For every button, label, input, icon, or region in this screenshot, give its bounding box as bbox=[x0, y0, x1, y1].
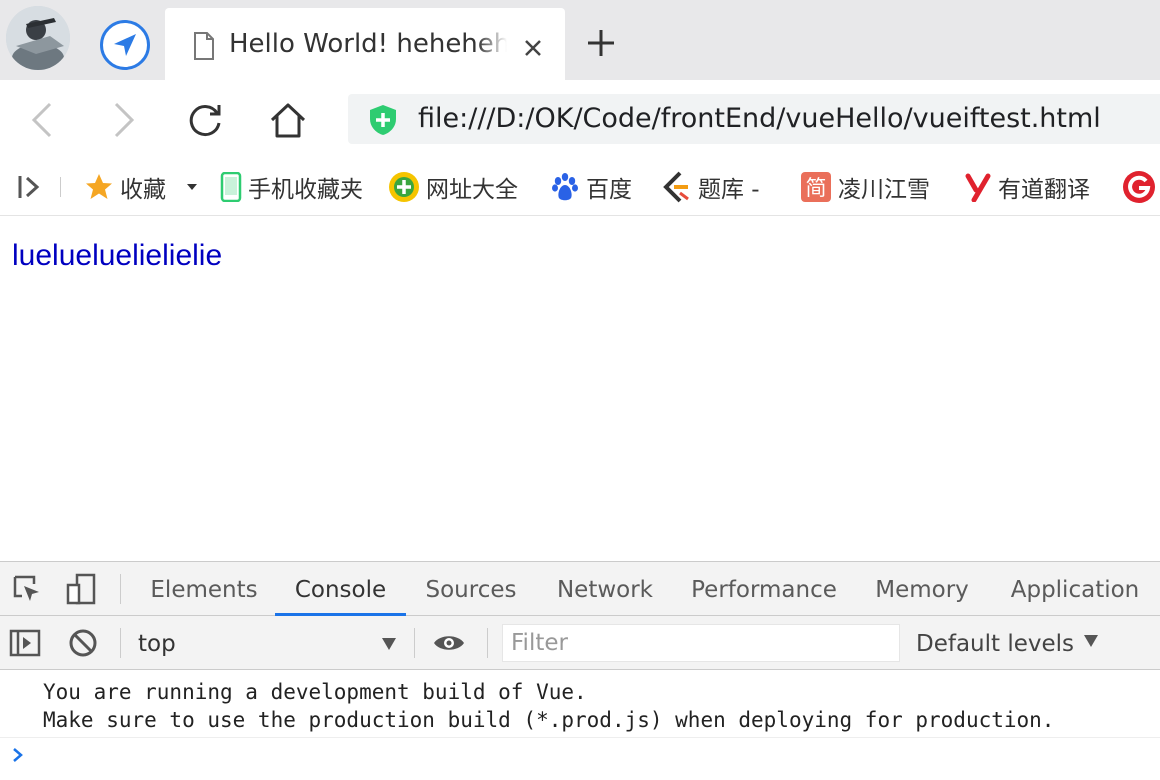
tab-elements[interactable]: Elements bbox=[144, 562, 264, 616]
toolbar-divider bbox=[487, 628, 488, 658]
bookmark-jianshu[interactable]: 简 凌川江雪 bbox=[800, 170, 930, 204]
tab-performance[interactable]: Performance bbox=[688, 562, 840, 616]
devtools-tabbar: Elements Console Sources Network Perform… bbox=[0, 562, 1160, 616]
back-arrow-icon bbox=[31, 102, 52, 138]
tab-console[interactable]: Console bbox=[275, 562, 406, 616]
bookmark-label: 手机收藏夹 bbox=[248, 177, 363, 203]
forward-arrow-icon bbox=[114, 102, 135, 138]
tab-memory[interactable]: Memory bbox=[866, 562, 978, 616]
mobile-icon bbox=[220, 172, 242, 202]
g-site-icon bbox=[1123, 171, 1155, 203]
console-filter-input[interactable] bbox=[502, 624, 900, 662]
tab-network[interactable]: Network bbox=[548, 562, 662, 616]
new-tab-icon[interactable] bbox=[584, 26, 618, 60]
navigation-extension-button[interactable] bbox=[100, 20, 150, 70]
tab-strip: Hello World! hehehehehe bbox=[0, 0, 1160, 80]
console-prompt[interactable] bbox=[0, 739, 1160, 779]
bookmarks-divider bbox=[60, 177, 61, 197]
context-selector[interactable]: top bbox=[138, 628, 400, 660]
page-text: luelueluelielielie bbox=[12, 239, 223, 272]
clear-console-button[interactable] bbox=[66, 626, 100, 660]
home-icon bbox=[270, 103, 306, 138]
inspect-cursor-icon bbox=[13, 575, 39, 601]
bookmark-mobile-favorites[interactable]: 手机收藏夹 bbox=[220, 170, 363, 204]
bookmark-favorites[interactable]: 收藏 bbox=[84, 170, 200, 204]
chevron-down-icon[interactable] bbox=[184, 181, 200, 193]
context-value: top bbox=[138, 631, 176, 657]
devtools-panel: Elements Console Sources Network Perform… bbox=[0, 561, 1160, 780]
home-button[interactable] bbox=[266, 98, 310, 142]
sidebar-toggle-icon bbox=[18, 176, 40, 198]
jianshu-icon: 简 bbox=[800, 171, 832, 203]
chevron-down-icon bbox=[382, 638, 396, 650]
bookmark-label: 题库 - bbox=[698, 177, 760, 203]
tab-sources[interactable]: Sources bbox=[418, 562, 524, 616]
bookmark-site-nav[interactable]: 网址大全 bbox=[388, 170, 518, 204]
bookmark-label: 网址大全 bbox=[426, 177, 518, 203]
device-toolbar-button[interactable] bbox=[64, 572, 98, 606]
close-tab-icon[interactable] bbox=[519, 34, 547, 62]
bookmark-label: 百度 bbox=[586, 177, 632, 203]
star-icon bbox=[84, 172, 114, 202]
svg-text:简: 简 bbox=[806, 176, 827, 200]
chevron-down-icon bbox=[1084, 634, 1099, 647]
address-bar[interactable]: file:///D:/OK/Code/frontEnd/vueHello/vue… bbox=[348, 94, 1160, 144]
bookmark-label: 有道翻译 bbox=[998, 177, 1090, 203]
sidebar-toggle-button[interactable] bbox=[16, 170, 44, 204]
tiku-icon bbox=[662, 171, 692, 203]
bookmark-baidu[interactable]: 百度 bbox=[550, 170, 632, 204]
sidebar-panel-icon bbox=[9, 629, 41, 657]
reload-button[interactable] bbox=[183, 98, 227, 142]
bookmark-label: 收藏 bbox=[120, 177, 166, 203]
page-content: luelueluelielielie bbox=[0, 216, 1160, 561]
inspect-element-button[interactable] bbox=[10, 572, 44, 606]
tab-active[interactable]: Hello World! hehehehehe bbox=[165, 8, 565, 80]
live-expression-button[interactable] bbox=[432, 626, 466, 660]
bookmark-overflow[interactable] bbox=[1122, 170, 1156, 204]
user-avatar[interactable] bbox=[6, 6, 70, 70]
no-entry-icon bbox=[69, 629, 97, 657]
prompt-chevron-icon bbox=[13, 748, 23, 762]
toggle-sidebar-button[interactable] bbox=[8, 626, 42, 660]
reload-icon bbox=[189, 105, 221, 137]
paper-plane-icon bbox=[114, 34, 136, 56]
log-levels-dropdown[interactable]: Default levels bbox=[916, 628, 1099, 660]
browser-toolbar: file:///D:/OK/Code/frontEnd/vueHello/vue… bbox=[0, 80, 1160, 158]
youdao-icon bbox=[964, 172, 992, 202]
site-nav-icon bbox=[388, 171, 420, 203]
toolbar-divider bbox=[120, 574, 121, 604]
toolbar-divider bbox=[120, 628, 121, 658]
shield-check-icon bbox=[370, 105, 396, 135]
toolbar-divider bbox=[414, 628, 415, 658]
eye-icon bbox=[434, 636, 464, 650]
url-text: file:///D:/OK/Code/frontEnd/vueHello/vue… bbox=[418, 103, 1101, 134]
avatar-image-icon bbox=[6, 6, 70, 70]
forward-button[interactable] bbox=[102, 98, 146, 142]
bookmark-label: 凌川江雪 bbox=[838, 177, 930, 203]
bookmarks-bar: 收藏 手机收藏夹 网址大全 百度 题库 - 简 凌川江雪 有道翻译 bbox=[0, 158, 1160, 216]
console-toolbar: top Default levels bbox=[0, 616, 1160, 670]
device-toggle-icon bbox=[66, 573, 96, 605]
console-output: You are running a development build of V… bbox=[0, 670, 1160, 738]
console-message: You are running a development build of V… bbox=[43, 680, 587, 704]
log-levels-label: Default levels bbox=[916, 631, 1075, 657]
tab-title: Hello World! hehehehehe bbox=[229, 26, 507, 62]
bookmark-tiku[interactable]: 题库 - bbox=[662, 170, 760, 204]
bookmark-youdao[interactable]: 有道翻译 bbox=[964, 170, 1090, 204]
tab-application[interactable]: Application bbox=[1004, 562, 1146, 616]
console-message: Make sure to use the production build (*… bbox=[43, 708, 1055, 732]
baidu-paw-icon bbox=[550, 172, 580, 202]
page-icon bbox=[194, 32, 214, 60]
back-button[interactable] bbox=[20, 98, 64, 142]
